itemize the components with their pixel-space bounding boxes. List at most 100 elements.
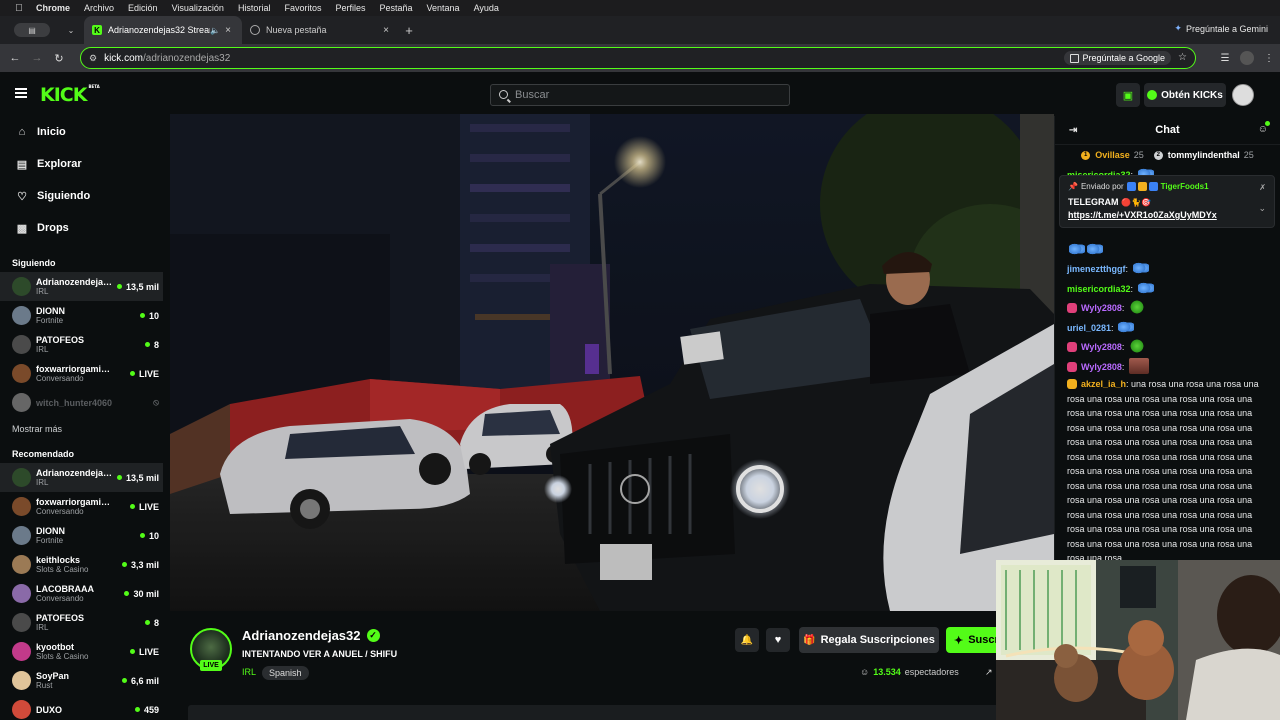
pinned-user[interactable]: TigerFoods1 bbox=[1161, 182, 1209, 191]
tab-search-icon[interactable]: ⌄ bbox=[62, 26, 80, 35]
channel-info: LIVE Adrianozendejas32 ✓ INTENTANDO VER … bbox=[170, 611, 1054, 720]
close-icon[interactable]: × bbox=[380, 25, 392, 36]
close-icon[interactable]: × bbox=[222, 25, 234, 36]
menu-chrome[interactable]: Chrome bbox=[36, 3, 70, 13]
webcam-frame bbox=[996, 560, 1280, 720]
tab-kick[interactable]: K Adrianozendejas32 Stream 🔈 × bbox=[84, 16, 242, 44]
leader-2[interactable]: 2 tommylindenthal 25 bbox=[1153, 150, 1254, 160]
channel-name: DUXO bbox=[36, 704, 63, 715]
channel-info: foxwarriorgaming4 Conversando bbox=[36, 497, 130, 516]
stream-category[interactable]: IRL bbox=[242, 667, 256, 677]
tab-nueva-pestana[interactable]: Nueva pestaña × bbox=[242, 16, 400, 44]
chat-username[interactable]: Wyly2808 bbox=[1081, 303, 1122, 313]
sidebar-channel[interactable]: Adrianozendejas32 IRL 13,5 mil bbox=[0, 272, 163, 301]
menu-pestana[interactable]: Pestaña bbox=[379, 3, 412, 13]
sidebar-channel[interactable]: foxwarriorgaming4 Conversando LIVE bbox=[0, 359, 163, 388]
stream-language-tag[interactable]: Spanish bbox=[262, 666, 309, 680]
chat-username[interactable]: uriel_0281 bbox=[1067, 323, 1111, 333]
chat-users-icon[interactable]: ☺ bbox=[1258, 121, 1271, 135]
pinned-message[interactable]: 📌 Enviado por TigerFoods1 TELEGRAM 🔴🐈🎯 h… bbox=[1059, 175, 1275, 228]
channel-avatar bbox=[12, 393, 31, 412]
sidebar-channel[interactable]: keithlocks Slots & Casino 3,3 mil bbox=[0, 550, 163, 579]
sidebar-channel[interactable]: PATOFEOS IRL 8 bbox=[0, 330, 163, 359]
sidebar-channel[interactable]: DUXO 459 bbox=[0, 695, 163, 720]
nav-drops[interactable]: ▩ Drops bbox=[0, 212, 170, 244]
show-more-link[interactable]: Mostrar más bbox=[0, 417, 170, 441]
gift-icon[interactable]: ▣ bbox=[1116, 83, 1140, 107]
channel-category: Slots & Casino bbox=[36, 565, 89, 574]
apple-icon[interactable]:  bbox=[14, 3, 24, 14]
viewer-count: 459 bbox=[135, 705, 159, 715]
bookmark-star-icon[interactable]: ☆ bbox=[1178, 52, 1187, 63]
bell-icon: 🔔 bbox=[740, 634, 754, 646]
expand-chevron-icon[interactable]: ⌄ bbox=[1258, 203, 1266, 214]
menu-archivo[interactable]: Archivo bbox=[84, 3, 114, 13]
share-icon[interactable]: ↗ bbox=[985, 667, 993, 678]
menu-visualizacion[interactable]: Visualización bbox=[172, 3, 224, 13]
profile-avatar[interactable] bbox=[1240, 51, 1254, 65]
chat-username[interactable]: akzel_ia_h bbox=[1081, 379, 1126, 389]
ask-google-button[interactable]: Pregúntale a Google bbox=[1064, 51, 1171, 65]
sidebar-channel[interactable]: DIONN Fortnite 10 bbox=[0, 301, 163, 330]
search-input[interactable]: Buscar bbox=[490, 84, 790, 106]
menu-ventana[interactable]: Ventana bbox=[427, 3, 460, 13]
sidebar-toggle-icon[interactable]: ▤ bbox=[14, 23, 50, 37]
unpin-icon[interactable]: ✗ bbox=[1259, 183, 1266, 192]
menu-historial[interactable]: Historial bbox=[238, 3, 271, 13]
chat-username[interactable]: misericordia32 bbox=[1067, 284, 1131, 294]
url-input[interactable]: ⚙ kick.com/adrianozendejas32 Pregúntale … bbox=[80, 47, 1196, 69]
video-player[interactable] bbox=[170, 114, 1054, 611]
extensions-icon[interactable]: ☰ bbox=[1214, 53, 1236, 64]
channel-avatar bbox=[12, 468, 31, 487]
channel-name: Adrianozendejas32 bbox=[36, 468, 114, 478]
back-icon[interactable]: ← bbox=[4, 52, 26, 64]
site-info-icon[interactable]: ⚙ bbox=[89, 53, 97, 64]
sidebar-channel[interactable]: kyootbot Slots & Casino LIVE bbox=[0, 637, 163, 666]
nav-explorar[interactable]: ▤ Explorar bbox=[0, 148, 170, 180]
drops-icon: ▩ bbox=[16, 222, 28, 235]
sidebar-channel[interactable]: Adrianozendejas32 IRL 13,5 mil bbox=[0, 463, 163, 492]
new-tab-icon[interactable]: + bbox=[400, 23, 418, 38]
notification-bell-button[interactable]: 🔔 bbox=[735, 628, 759, 652]
macos-menubar:  Chrome Archivo Edición Visualización H… bbox=[0, 0, 1280, 16]
chat-username[interactable]: jimeneztthggf bbox=[1067, 264, 1126, 274]
sidebar-channel[interactable]: LACOBRAAA Conversando 30 mil bbox=[0, 579, 163, 608]
separator: : bbox=[1111, 322, 1117, 333]
menu-hamburger-icon[interactable] bbox=[15, 88, 27, 98]
url-path: /adrianozendejas32 bbox=[142, 52, 231, 64]
gift-leaderboard: 1 Ovillase 25 2 tommylindenthal 25 bbox=[1055, 145, 1280, 165]
get-kicks-button[interactable]: Obtén KICKs bbox=[1144, 83, 1226, 107]
menu-edicion[interactable]: Edición bbox=[128, 3, 158, 13]
separator: : bbox=[1121, 342, 1127, 352]
user-badge-icon bbox=[1067, 342, 1077, 352]
nav-siguiendo[interactable]: ♡ Siguiendo bbox=[0, 180, 170, 212]
user-avatar[interactable] bbox=[1232, 84, 1254, 106]
gift-subs-button[interactable]: 🎁 Regala Suscripciones bbox=[799, 627, 939, 653]
sidebar-channel[interactable]: DIONN Fortnite 10 bbox=[0, 521, 163, 550]
sidebar-channel[interactable]: witch_hunter4060 ⦸ bbox=[0, 388, 163, 417]
follow-heart-button[interactable]: ♥ bbox=[766, 628, 790, 652]
pinned-text: TELEGRAM bbox=[1068, 197, 1119, 207]
nav-inicio[interactable]: ⌂ Inicio bbox=[0, 116, 170, 148]
collapse-chat-icon[interactable]: ⇥ bbox=[1069, 125, 1077, 136]
forward-icon[interactable]: → bbox=[26, 52, 48, 64]
pinned-link[interactable]: https://t.me/+VXR1o0ZaXgUyMDYx bbox=[1068, 210, 1266, 220]
channel-name[interactable]: Adrianozendejas32 bbox=[242, 628, 361, 643]
leader-1[interactable]: 1 Ovillase 25 bbox=[1081, 150, 1144, 160]
speaker-icon[interactable]: 🔈 bbox=[210, 26, 220, 35]
chat-title: Chat bbox=[1155, 124, 1180, 136]
menu-ayuda[interactable]: Ayuda bbox=[474, 3, 499, 13]
chat-username[interactable]: Wyly2808 bbox=[1081, 362, 1122, 372]
sidebar-channel[interactable]: SoyPan Rust 6,6 mil bbox=[0, 666, 163, 695]
menu-perfiles[interactable]: Perfiles bbox=[335, 3, 365, 13]
gemini-button[interactable]: ✦ Pregúntale a Gemini bbox=[1174, 23, 1268, 34]
more-menu-icon[interactable]: ⋮ bbox=[1258, 53, 1280, 64]
reload-icon[interactable]: ↻ bbox=[48, 52, 70, 65]
sidebar-channel[interactable]: foxwarriorgaming4 Conversando LIVE bbox=[0, 492, 163, 521]
channel-name: PATOFEOS bbox=[36, 335, 85, 345]
chat-username[interactable]: Wyly2808 bbox=[1081, 342, 1122, 352]
kick-logo[interactable]: KICK BETA bbox=[40, 84, 100, 106]
sidebar-channel[interactable]: PATOFEOS IRL 8 bbox=[0, 608, 163, 637]
emote-icon bbox=[1118, 318, 1135, 335]
menu-favoritos[interactable]: Favoritos bbox=[284, 3, 321, 13]
